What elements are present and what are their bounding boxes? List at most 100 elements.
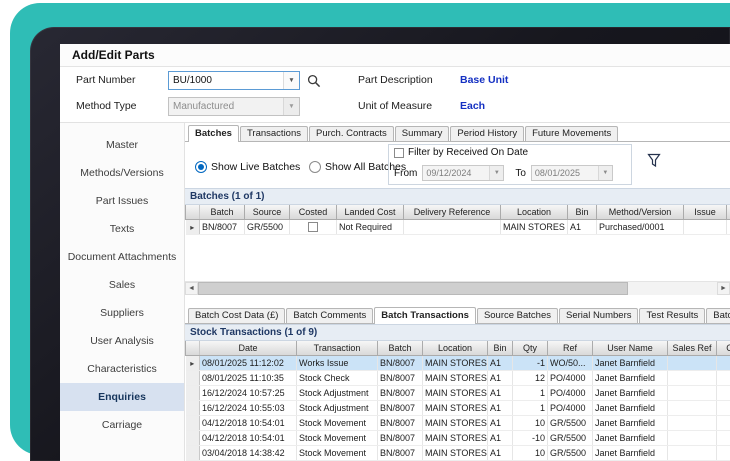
table-row[interactable]: ▸BN/8007GR/5500Not RequiredMAIN STORESA1… (186, 220, 730, 235)
column-header-batch[interactable]: Batch (200, 205, 245, 220)
cell-bin: A1 (488, 356, 513, 371)
scrollbar-thumb[interactable] (198, 282, 628, 295)
column-header-source[interactable]: Source (245, 205, 290, 220)
column-header-qty[interactable]: Qty (513, 341, 548, 356)
column-header-customer-name[interactable]: Customer Name (717, 341, 730, 356)
tab-batch-comments[interactable]: Batch Comments (286, 308, 373, 323)
column-header-method-version[interactable]: Method/Version (597, 205, 684, 220)
sidebar-item-sales[interactable]: Sales (60, 271, 184, 299)
column-header-location[interactable]: Location (501, 205, 568, 220)
row-marker-icon (186, 371, 200, 386)
cell-on-hand-stock (727, 220, 730, 235)
table-row[interactable]: 03/04/2018 14:38:42Stock MovementBN/8007… (186, 446, 730, 461)
column-header-batch[interactable]: Batch (378, 341, 423, 356)
tab-future-movements[interactable]: Future Movements (525, 126, 618, 141)
horizontal-scrollbar[interactable]: ◄ ► (185, 282, 730, 295)
column-header-bin[interactable]: Bin (568, 205, 597, 220)
table-row[interactable]: ▸08/01/2025 11:12:02Works IssueBN/8007MA… (186, 356, 730, 371)
column-header-landed-cost[interactable]: Landed Cost (337, 205, 404, 220)
cell-method-version: Purchased/0001 (597, 220, 684, 235)
sidebar-item-part-issues[interactable]: Part Issues (60, 187, 184, 215)
sidebar-item-suppliers[interactable]: Suppliers (60, 299, 184, 327)
tab-batch-attachments[interactable]: Batch Attachments (706, 308, 730, 323)
tab-batch-transactions[interactable]: Batch Transactions (374, 307, 476, 324)
column-header-user-name[interactable]: User Name (593, 341, 668, 356)
column-header-costed[interactable]: Costed (290, 205, 337, 220)
unit-of-measure-label: Unit of Measure (358, 100, 432, 112)
calendar-dropdown-icon[interactable]: ▼ (489, 166, 503, 180)
grid-checkbox[interactable] (308, 222, 318, 232)
batches-header-row: BatchSourceCostedLanded CostDelivery Ref… (186, 205, 730, 220)
tab-serial-numbers[interactable]: Serial Numbers (559, 308, 638, 323)
column-header-sales-ref[interactable]: Sales Ref (668, 341, 717, 356)
filter-by-date-label: Filter by Received On Date (408, 147, 528, 158)
scroll-left-icon[interactable]: ◄ (185, 282, 198, 295)
sidebar-item-master[interactable]: Master (60, 131, 184, 159)
tab-transactions[interactable]: Transactions (240, 126, 308, 141)
column-header-on-hand-stock[interactable]: On Hand Stock (727, 205, 730, 220)
sidebar-item-characteristics[interactable]: Characteristics (60, 355, 184, 383)
part-lookup-button[interactable] (305, 72, 323, 90)
column-header-transaction[interactable]: Transaction (297, 341, 378, 356)
tab-source-batches[interactable]: Source Batches (477, 308, 558, 323)
sidebar-item-enquiries[interactable]: Enquiries (60, 383, 184, 411)
sidebar-item-user-analysis[interactable]: User Analysis (60, 327, 184, 355)
table-row[interactable]: 04/12/2018 10:54:01Stock MovementBN/8007… (186, 431, 730, 446)
scrollbar-track[interactable] (628, 282, 717, 295)
to-date-field[interactable]: 08/01/2025 ▼ (531, 165, 613, 181)
tab-batch-cost-data[interactable]: Batch Cost Data (£) (188, 308, 285, 323)
cell-location: MAIN STORES (423, 416, 488, 431)
cell-source: GR/5500 (245, 220, 290, 235)
table-row[interactable]: 08/01/2025 11:10:35Stock CheckBN/8007MAI… (186, 371, 730, 386)
tab-period-history[interactable]: Period History (450, 126, 524, 141)
column-header-date[interactable]: Date (200, 341, 297, 356)
cell-customer-name (717, 446, 730, 461)
column-header-ref[interactable]: Ref (548, 341, 593, 356)
column-header-issue[interactable]: Issue (684, 205, 727, 220)
column-header-bin[interactable]: Bin (488, 341, 513, 356)
sidebar: MasterMethods/VersionsPart IssuesTextsDo… (60, 123, 184, 461)
part-number-combo[interactable]: BU/1000 ▼ (168, 71, 300, 90)
show-live-batches-radio[interactable]: Show Live Batches (195, 161, 300, 173)
part-description-label: Part Description (358, 74, 433, 86)
from-date-field[interactable]: 09/12/2024 ▼ (422, 165, 504, 181)
column-header-location[interactable]: Location (423, 341, 488, 356)
filter-by-date-checkbox[interactable] (394, 148, 404, 158)
sidebar-item-document-attachments[interactable]: Document Attachments (60, 243, 184, 271)
tab-test-results[interactable]: Test Results (639, 308, 705, 323)
table-row[interactable]: 16/12/2024 10:57:25Stock AdjustmentBN/80… (186, 386, 730, 401)
cell-user-name: Janet Barnfield (593, 356, 668, 371)
cell-sales-ref (668, 356, 717, 371)
filter-by-date-row[interactable]: Filter by Received On Date (394, 147, 528, 158)
content-area: BatchesTransactionsPurch. ContractsSumma… (184, 123, 730, 461)
cell-transaction: Stock Adjustment (297, 386, 378, 401)
chevron-down-icon[interactable]: ▼ (283, 72, 299, 89)
table-row[interactable]: 04/12/2018 10:54:01Stock MovementBN/8007… (186, 416, 730, 431)
cell-customer-name (717, 371, 730, 386)
sidebar-item-methods-versions[interactable]: Methods/Versions (60, 159, 184, 187)
cell-transaction: Stock Movement (297, 416, 378, 431)
cell-qty: 1 (513, 386, 548, 401)
sidebar-item-texts[interactable]: Texts (60, 215, 184, 243)
filter-funnel-button[interactable] (647, 153, 661, 173)
calendar-dropdown-icon[interactable]: ▼ (598, 166, 612, 180)
cell-bin: A1 (568, 220, 597, 235)
scroll-right-icon[interactable]: ► (717, 282, 730, 295)
tab-purch-contracts[interactable]: Purch. Contracts (309, 126, 394, 141)
show-live-batches-label: Show Live Batches (211, 161, 300, 173)
cell-location: MAIN STORES (501, 220, 568, 235)
cell-batch: BN/8007 (378, 431, 423, 446)
batches-group-header: Batches (1 of 1) (185, 188, 730, 205)
sidebar-item-carriage[interactable]: Carriage (60, 411, 184, 439)
unit-of-measure-value: Each (460, 100, 485, 112)
cell-batch: BN/8007 (378, 446, 423, 461)
cell-transaction: Stock Movement (297, 431, 378, 446)
column-header-delivery-reference[interactable]: Delivery Reference (404, 205, 501, 220)
radio-dot-icon (309, 161, 321, 173)
tab-batches[interactable]: Batches (188, 125, 239, 142)
tab-summary[interactable]: Summary (395, 126, 450, 141)
cell-bin: A1 (488, 446, 513, 461)
add-edit-parts-window: Add/Edit Parts Part Number BU/1000 ▼ Par… (60, 44, 730, 461)
table-row[interactable]: 16/12/2024 10:55:03Stock AdjustmentBN/80… (186, 401, 730, 416)
cell-sales-ref (668, 431, 717, 446)
